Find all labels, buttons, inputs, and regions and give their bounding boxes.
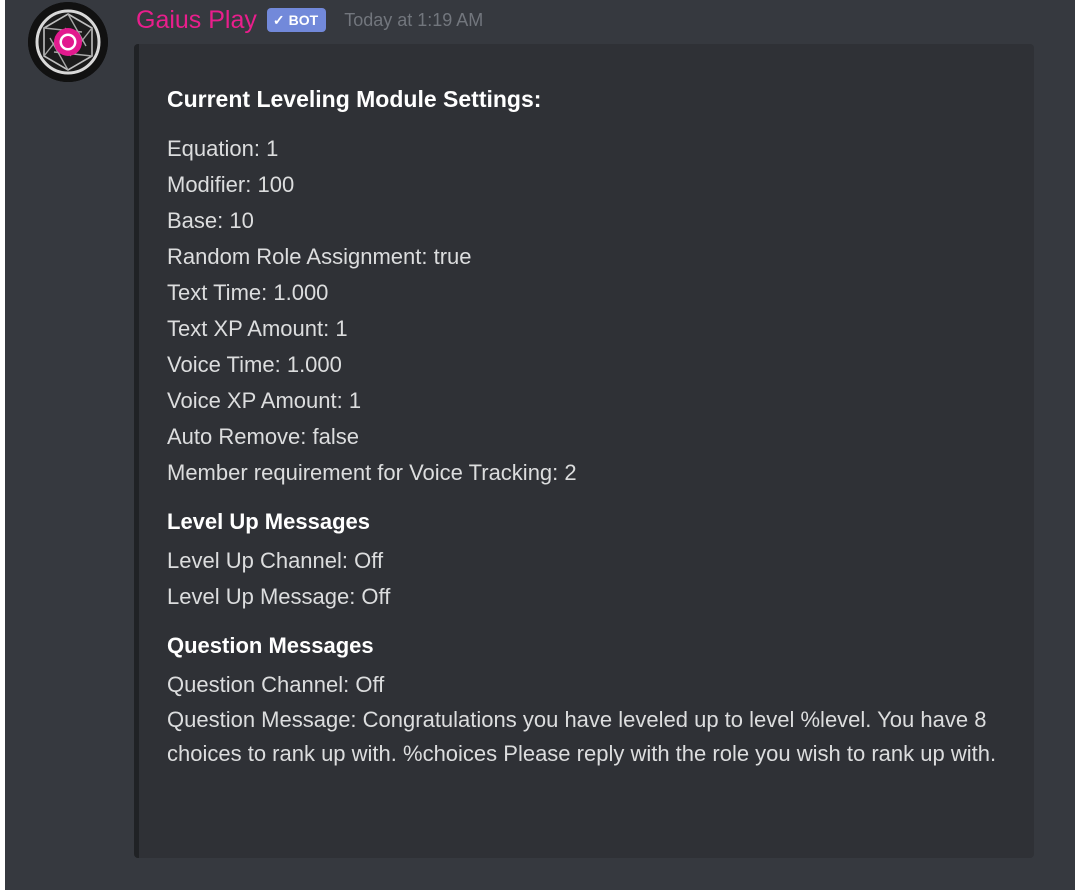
camera-aperture-icon[interactable] [28, 2, 108, 82]
checkmark-icon: ✓ [272, 12, 285, 28]
setting-line: Base: 10 [167, 208, 254, 233]
setting-line: Voice XP Amount: 1 [167, 388, 362, 413]
setting-line: Voice Time: 1.000 [167, 352, 342, 377]
question-section-title: Question Messages [167, 633, 374, 658]
setting-line: Text Time: 1.000 [167, 280, 329, 305]
setting-line: Modifier: 100 [167, 172, 295, 197]
settings-list: Equation: 1 Modifier: 100 Base: 10 Rando… [167, 131, 1027, 491]
bot-badge: ✓ BOT [266, 8, 327, 32]
setting-line: Auto Remove: false [167, 424, 359, 449]
level-up-section-title: Level Up Messages [167, 509, 370, 534]
setting-line: Random Role Assignment: true [167, 244, 472, 269]
message-header: Gaius Play ✓ BOT Today at 1:19 AM [136, 2, 483, 38]
setting-line: Text XP Amount: 1 [167, 316, 348, 341]
question-message-text: Question Message: Congratulations you ha… [167, 707, 997, 766]
level-up-message-line: Level Up Message: Off [167, 584, 391, 609]
setting-line: Equation: 1 [167, 136, 279, 161]
embed-content: Current Leveling Module Settings: Equati… [167, 84, 1027, 771]
username[interactable]: Gaius Play [136, 6, 257, 35]
level-up-channel-line: Level Up Channel: Off [167, 548, 384, 573]
question-channel-line: Question Channel: Off [167, 672, 385, 697]
embed-title: Current Leveling Module Settings: [167, 86, 542, 112]
setting-line: Member requirement for Voice Tracking: 2 [167, 460, 577, 485]
bot-badge-label: BOT [288, 12, 319, 28]
chat-message: Gaius Play ✓ BOT Today at 1:19 AM Curren… [20, 0, 1060, 880]
message-embed: Current Leveling Module Settings: Equati… [134, 44, 1034, 858]
message-timestamp[interactable]: Today at 1:19 AM [344, 10, 483, 31]
window-edge [0, 0, 5, 890]
chat-background: Gaius Play ✓ BOT Today at 1:19 AM Curren… [0, 0, 1075, 890]
